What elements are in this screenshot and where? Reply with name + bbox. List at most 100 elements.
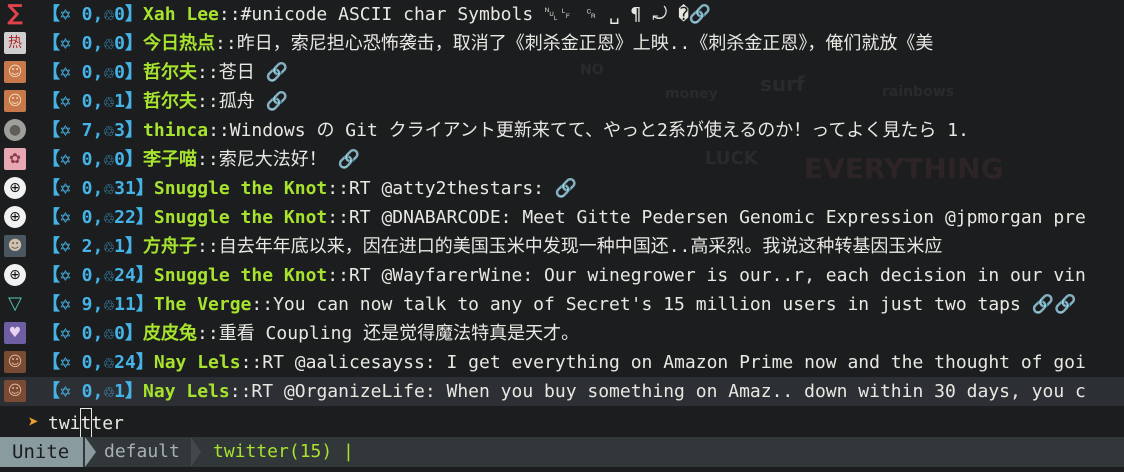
tweet-text: RT @OrganizeLife: When you buy something… xyxy=(251,381,1086,402)
tweet-row[interactable]: ☺ 【✡ 0,♲24】Nay Lels::RT @aalicesayss: I g… xyxy=(0,348,1124,377)
tweet-text: Windows の Git クライアント更新来てて、やっと2系が使えるのか！って… xyxy=(229,120,969,141)
statusline: Unite default twitter(15) | xyxy=(0,437,1124,472)
tweet-line: 【✡ 0,♲22】Snuggle the Knot::RT @DNABARCOD… xyxy=(42,203,1086,232)
verge-avatar: ▽ xyxy=(4,293,26,315)
tweet-user: 哲尔夫 xyxy=(143,62,198,83)
tweet-line: 【✡ 9,♲11】The Verge::You can now talk to … xyxy=(42,290,1077,319)
tweet-text: RT @WayfarerWine: Our winegrower is our.… xyxy=(348,265,1086,286)
girl-avatar: ☺ xyxy=(4,351,26,373)
tweet-user: 皮皮兔 xyxy=(143,323,198,344)
input-text-before-cursor: twi xyxy=(48,413,81,434)
tweet-line: 【✡ 0,♲0】Xah Lee::#unicode ASCII char Sym… xyxy=(42,0,711,29)
tweet-counts: 【✡ 0,♲31】 xyxy=(42,178,154,199)
tweet-counts: 【✡ 0,♲24】 xyxy=(42,352,154,373)
tweet-text: 自去年年底以来，因在进口的美国玉米中发现一种中国还..高采烈。我说这种转基因玉米… xyxy=(218,236,943,257)
tweet-separator: :: xyxy=(327,178,349,199)
tweet-row[interactable]: ⊕ 【✡ 0,♲24】Snuggle the Knot::RT @Wayfarer… xyxy=(0,261,1124,290)
tweet-user: Snuggle the Knot xyxy=(153,207,328,228)
tweet-text: 索尼大法好！ 🔗 xyxy=(218,149,360,170)
tweet-separator: :: xyxy=(197,236,219,257)
tweet-separator: :: xyxy=(197,91,219,112)
tweet-counts: 【✡ 0,♲24】 xyxy=(42,265,154,286)
tweet-separator: :: xyxy=(215,33,237,54)
pink-avatar: ✿ xyxy=(4,148,26,170)
context-separator xyxy=(191,437,201,467)
tweet-text: 苍日 🔗 xyxy=(218,62,288,83)
tweet-counts: 【✡ 0,♲0】 xyxy=(42,4,144,25)
news-avatar: 热 xyxy=(4,32,26,54)
knot-avatar: ⊕ xyxy=(4,206,26,228)
man-avatar: ☻ xyxy=(4,235,26,257)
statusline-gap xyxy=(0,467,1124,472)
tweet-line: 【✡ 0,♲0】李子喵::索尼大法好！ 🔗 xyxy=(42,145,360,174)
tweet-line: 【✡ 0,♲1】Nay Lels::RT @OrganizeLife: When… xyxy=(42,377,1086,406)
context-label: default xyxy=(104,441,180,462)
tweet-text: 昨日，索尼担心恐怖袭击，取消了《刺杀金正恩》上映..《刺杀金正恩》，俺们就放《美 xyxy=(236,33,934,54)
tweet-text: RT @atty2thestars: 🔗 xyxy=(348,178,578,199)
tweet-counts: 【✡ 0,♲0】 xyxy=(42,33,144,54)
knot-avatar: ⊕ xyxy=(4,264,26,286)
tweet-row[interactable]: ☺ 【✡ 0,♲0】哲尔夫::苍日 🔗 xyxy=(0,58,1124,87)
tweet-counts: 【✡ 0,♲0】 xyxy=(42,62,144,83)
tweet-row[interactable]: ⊕ 【✡ 0,♲31】Snuggle the Knot::RT @atty2the… xyxy=(0,174,1124,203)
tweet-line: 【✡ 0,♲31】Snuggle the Knot::RT @atty2thes… xyxy=(42,174,577,203)
source-label: twitter(15) | xyxy=(213,441,354,462)
tweet-user: 哲尔夫 xyxy=(143,91,198,112)
tweet-text: You can now talk to any of Secret's 15 m… xyxy=(273,294,1077,315)
tweet-row[interactable]: ∑ 【✡ 0,♲0】Xah Lee::#unicode ASCII char Sy… xyxy=(0,0,1124,29)
tweet-user: 李子喵 xyxy=(143,149,198,170)
tweet-separator: :: xyxy=(229,381,252,402)
tweet-line: 【✡ 0,♲0】今日热点::昨日，索尼担心恐怖袭击，取消了《刺杀金正恩》上映..… xyxy=(42,29,933,58)
tweet-separator: :: xyxy=(197,62,219,83)
tweet-user: The Verge xyxy=(153,294,252,315)
tweet-line: 【✡ 0,♲24】Nay Lels::RT @aalicesayss: I ge… xyxy=(42,348,1086,377)
tweet-user: thinca xyxy=(143,120,209,141)
anime-avatar: ♥ xyxy=(4,322,26,344)
tweet-row[interactable]: ⊕ 【✡ 0,♲22】Snuggle the Knot::RT @DNABARCO… xyxy=(0,203,1124,232)
prompt-input[interactable]: twitter xyxy=(48,408,124,439)
tweet-counts: 【✡ 0,♲0】 xyxy=(42,149,144,170)
tweet-text: RT @DNABARCODE: Meet Gitte Pedersen Geno… xyxy=(348,207,1086,228)
tweet-user: Xah Lee xyxy=(143,4,219,25)
tweet-text: 重看 Coupling 还是觉得魔法特真是天才。 xyxy=(218,323,580,344)
tweet-row[interactable]: ☻ 【✡ 2,♲1】方舟子::自去年年底以来，因在进口的美国玉米中发现一种中国还.… xyxy=(0,232,1124,261)
tweet-user: 方舟子 xyxy=(143,236,198,257)
tweet-row[interactable]: ☺ 【✡ 0,♲1】哲尔夫::孤舟 🔗 xyxy=(0,87,1124,116)
tweet-counts: 【✡ 7,♲3】 xyxy=(42,120,144,141)
tweet-separator: :: xyxy=(240,352,263,373)
unite-prompt[interactable]: ➤ twitter xyxy=(0,408,1124,439)
tweet-user: Nay Lels xyxy=(153,352,241,373)
tweet-separator: :: xyxy=(251,294,274,315)
prompt-arrow-icon: ➤ xyxy=(28,412,39,433)
tweet-counts: 【✡ 0,♲22】 xyxy=(42,207,154,228)
tweet-separator: :: xyxy=(327,265,349,286)
tweet-user: 今日热点 xyxy=(143,33,216,54)
input-text-after-cursor: ter xyxy=(91,413,124,434)
tweet-row[interactable]: ● 【✡ 7,♲3】thinca::Windows の Git クライアント更新来… xyxy=(0,116,1124,145)
tweet-user: Snuggle the Knot xyxy=(153,265,328,286)
tweet-line: 【✡ 7,♲3】thinca::Windows の Git クライアント更新来て… xyxy=(42,116,969,145)
face-avatar: ☺ xyxy=(4,90,26,112)
tweet-user: Nay Lels xyxy=(143,381,230,402)
sigma-avatar: ∑ xyxy=(4,3,26,25)
tweet-counts: 【✡ 9,♲11】 xyxy=(42,294,154,315)
girl-avatar: ☺ xyxy=(4,380,26,402)
tweet-separator: :: xyxy=(208,120,230,141)
tweet-row[interactable]: ♥ 【✡ 0,♲0】皮皮兔::重看 Coupling 还是觉得魔法特真是天才。 xyxy=(0,319,1124,348)
tweet-text: RT @aalicesayss: I get everything on Ama… xyxy=(262,352,1086,373)
tweet-separator: :: xyxy=(218,4,241,25)
tweet-counts: 【✡ 2,♲1】 xyxy=(42,236,144,257)
tweet-row[interactable]: ☺ 【✡ 0,♲1】Nay Lels::RT @OrganizeLife: Whe… xyxy=(0,377,1124,406)
tweet-row[interactable]: ✿ 【✡ 0,♲0】李子喵::索尼大法好！ 🔗 xyxy=(0,145,1124,174)
tweet-line: 【✡ 0,♲24】Snuggle the Knot::RT @WayfarerW… xyxy=(42,261,1086,290)
tweet-line: 【✡ 2,♲1】方舟子::自去年年底以来，因在进口的美国玉米中发现一种中国还..… xyxy=(42,232,942,261)
mode-separator xyxy=(85,437,96,467)
tweet-counts: 【✡ 0,♲1】 xyxy=(42,381,144,402)
tweet-row[interactable]: ▽ 【✡ 9,♲11】The Verge::You can now talk to… xyxy=(0,290,1124,319)
tweet-counts: 【✡ 0,♲1】 xyxy=(42,91,144,112)
tweet-line: 【✡ 0,♲0】哲尔夫::苍日 🔗 xyxy=(42,58,288,87)
globe-avatar: ● xyxy=(4,119,26,141)
tweet-separator: :: xyxy=(197,149,219,170)
tweet-list: ∑ 【✡ 0,♲0】Xah Lee::#unicode ASCII char Sy… xyxy=(0,0,1124,406)
tweet-row[interactable]: 热【✡ 0,♲0】今日热点::昨日，索尼担心恐怖袭击，取消了《刺杀金正恩》上映.… xyxy=(0,29,1124,58)
